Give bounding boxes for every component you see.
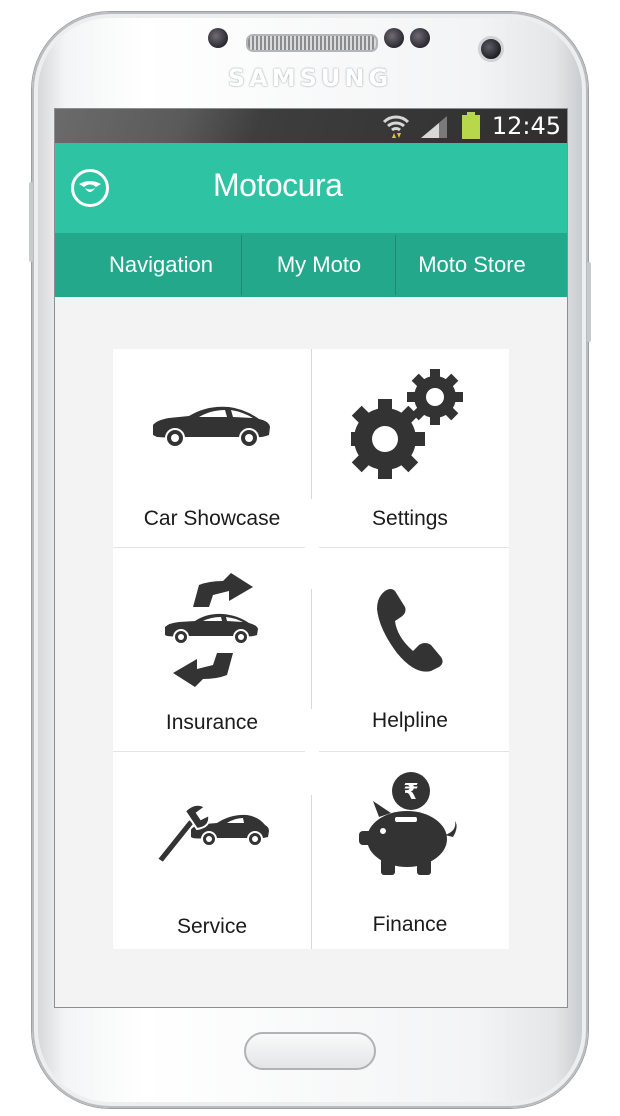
insurance-icon xyxy=(165,573,258,687)
tile-label: Car Showcase xyxy=(143,507,281,530)
screen: 12:45 Motocura Navigation My Moto Moto S… xyxy=(54,108,568,1008)
front-camera xyxy=(478,36,504,62)
tab-moto-store[interactable]: Moto Store xyxy=(397,233,547,297)
tab-divider xyxy=(241,235,242,295)
grid-divider xyxy=(311,589,312,709)
app-logo-icon[interactable] xyxy=(71,169,109,207)
status-clock: 12:45 xyxy=(491,112,561,140)
phone-icon xyxy=(377,589,443,672)
gears-icon xyxy=(351,369,463,479)
car-icon xyxy=(153,406,270,447)
tile-label: Helpline xyxy=(372,709,448,732)
tab-navigation[interactable]: Navigation xyxy=(85,233,237,297)
home-button[interactable] xyxy=(244,1032,376,1070)
signal-icon xyxy=(421,116,447,138)
power-key xyxy=(587,262,591,342)
grid-divider xyxy=(311,349,312,499)
tile-insurance[interactable]: Insurance xyxy=(113,549,311,749)
tile-car-showcase[interactable]: Car Showcase xyxy=(113,349,311,549)
status-bar: 12:45 xyxy=(55,109,567,143)
wifi-icon xyxy=(382,115,410,138)
tile-helpline[interactable]: Helpline xyxy=(311,549,509,749)
piggy-bank-icon: ₹ xyxy=(359,772,457,875)
grid-divider xyxy=(311,795,312,949)
tab-bar: Navigation My Moto Moto Store xyxy=(55,233,567,297)
tab-my-moto[interactable]: My Moto xyxy=(243,233,395,297)
volume-key xyxy=(29,182,33,262)
proximity-sensor xyxy=(384,28,404,48)
grid-divider xyxy=(113,547,305,548)
wrench-car-icon xyxy=(155,803,269,865)
front-sensor xyxy=(208,28,228,48)
device-brand: SAMSUNG xyxy=(227,64,393,92)
grid-divider xyxy=(113,751,305,752)
grid-divider xyxy=(319,751,509,752)
app-bar: Motocura xyxy=(55,143,567,233)
tile-settings[interactable]: Settings xyxy=(311,349,509,549)
tab-divider xyxy=(395,235,396,295)
tile-label: Service xyxy=(176,915,248,938)
svg-text:₹: ₹ xyxy=(403,780,418,805)
tile-service[interactable]: Service xyxy=(113,749,311,949)
earpiece-speaker xyxy=(246,34,378,52)
app-title: Motocura xyxy=(213,167,343,203)
battery-icon xyxy=(462,112,480,139)
tile-label: Finance xyxy=(372,913,448,936)
tile-label: Insurance xyxy=(165,711,259,734)
grid-divider xyxy=(319,547,509,548)
tile-finance[interactable]: ₹ Finance xyxy=(311,749,509,949)
tile-label: Settings xyxy=(372,507,448,530)
light-sensor xyxy=(410,28,430,48)
menu-grid: Car Showcase Settings Insurance Helpline… xyxy=(113,349,509,949)
